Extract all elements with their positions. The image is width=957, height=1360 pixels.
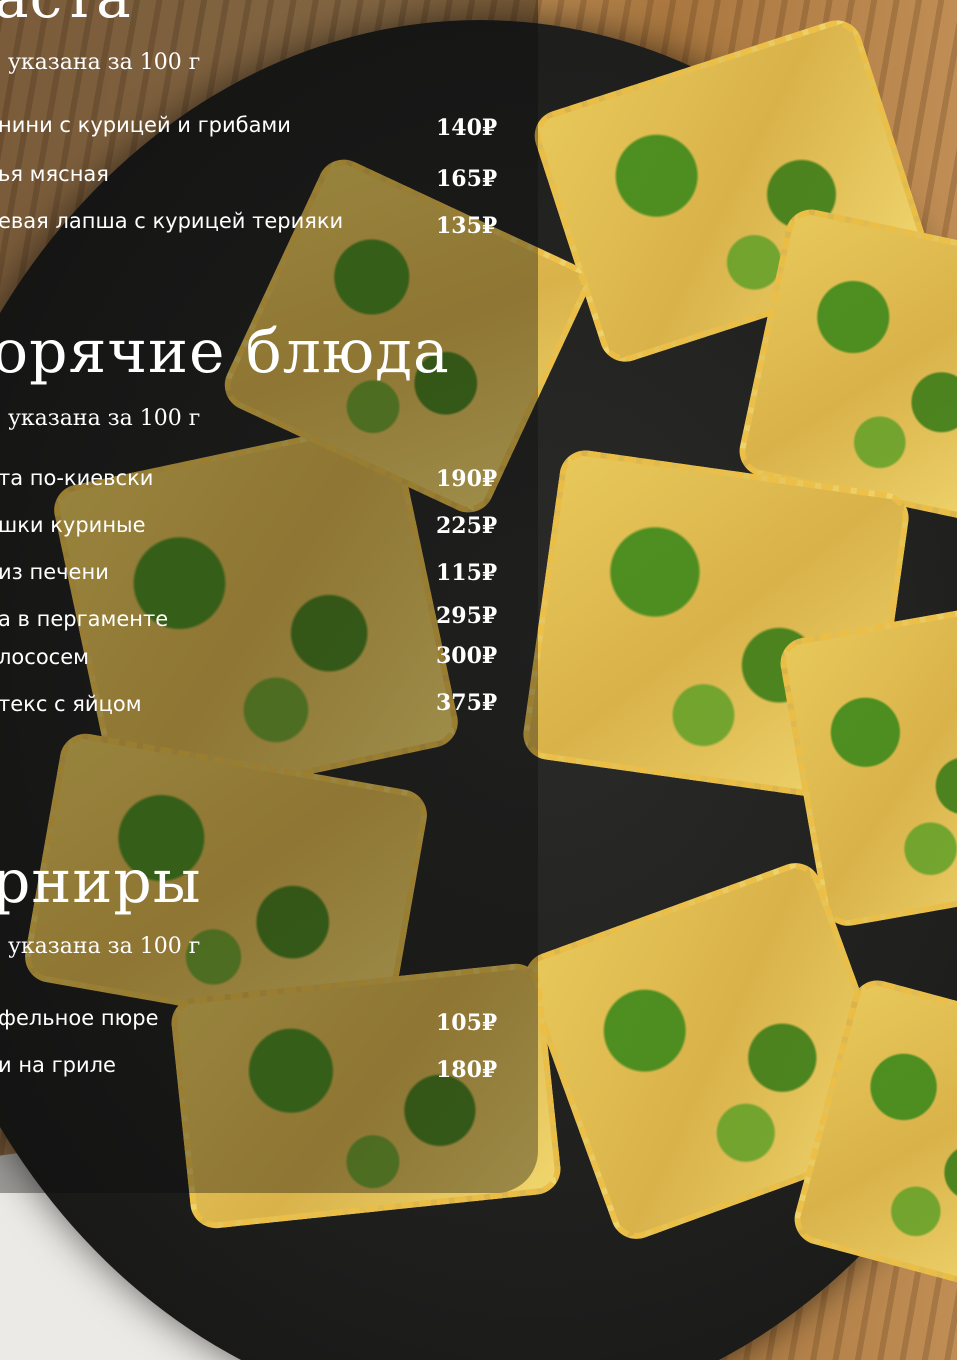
menu-item-name: евая лапша с курицей терияки	[0, 209, 344, 233]
menu-item-name: фельное пюре	[0, 1006, 159, 1030]
menu-item-price: 165₽	[436, 166, 498, 192]
menu-item-name: текс с яйцом	[0, 692, 142, 716]
menu-item-name: ья мясная	[0, 162, 109, 186]
menu-item-name: из печени	[0, 560, 109, 584]
menu-item-price: 190₽	[436, 466, 498, 492]
menu: аста , указана за 100 г нини с курицей и…	[0, 0, 957, 1360]
section-note: , указана за 100 г	[0, 406, 201, 431]
section-title: рниры	[0, 847, 202, 917]
menu-item-name: лососем	[0, 645, 89, 669]
menu-item-price: 180₽	[436, 1057, 498, 1083]
section-title: аста	[0, 0, 132, 26]
section-note: , указана за 100 г	[0, 50, 201, 75]
menu-item-price: 105₽	[436, 1010, 498, 1036]
section-note: , указана за 100 г	[0, 934, 201, 959]
section-title: орячие блюда	[0, 317, 450, 387]
menu-item-name: нини с курицей и грибами	[0, 113, 291, 137]
menu-item-name: и на гриле	[0, 1053, 116, 1077]
menu-item-price: 140₽	[436, 115, 498, 141]
menu-item-price: 135₽	[436, 213, 498, 239]
menu-item-price: 300₽	[436, 643, 498, 669]
menu-item-price: 115₽	[436, 560, 498, 586]
menu-item-name: а в пергаменте	[0, 607, 169, 631]
menu-item-price: 295₽	[436, 603, 498, 629]
menu-item-price: 225₽	[436, 513, 498, 539]
menu-item-name: та по-киевски	[0, 466, 154, 490]
menu-item-price: 375₽	[436, 690, 498, 716]
menu-item-name: шки куриные	[0, 513, 146, 537]
